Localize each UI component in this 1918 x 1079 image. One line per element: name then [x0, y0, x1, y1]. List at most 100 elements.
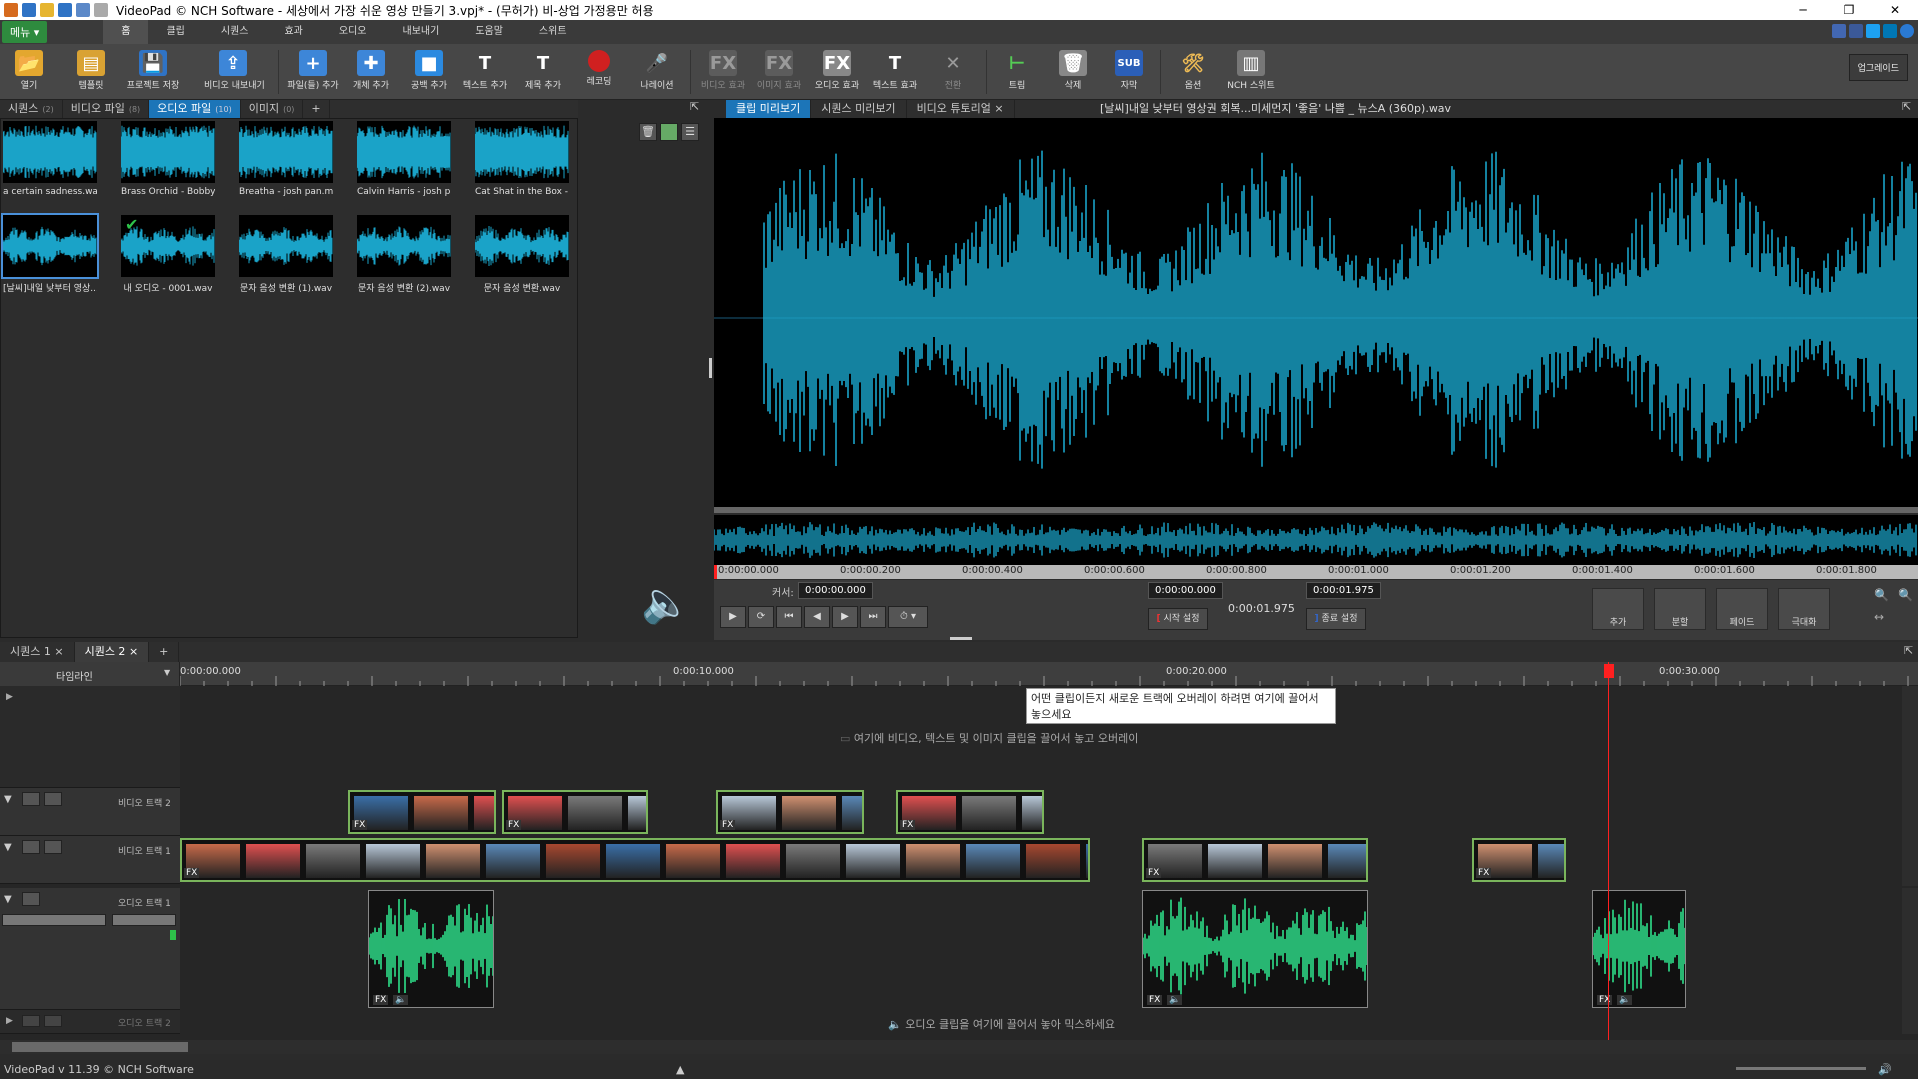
- record-button[interactable]: 레코딩: [570, 46, 628, 98]
- open-quick-icon[interactable]: [40, 3, 54, 17]
- tab-audio[interactable]: 오디오: [321, 20, 385, 44]
- options-button[interactable]: 🛠 옵션: [1164, 46, 1222, 98]
- video-clip[interactable]: FX: [1472, 838, 1566, 882]
- step-forward-button[interactable]: ▶: [832, 606, 858, 628]
- timeline-playhead[interactable]: [1608, 662, 1609, 1042]
- panel-splitter[interactable]: [709, 358, 712, 378]
- scrollbar-thumb[interactable]: [12, 1042, 188, 1052]
- preview-popout-icon[interactable]: ⇱: [1902, 100, 1911, 113]
- overlay-drop-hint[interactable]: ▭ 여기에 비디오, 텍스트 및 이미지 클립을 끌어서 놓고 오버레이: [840, 730, 1138, 746]
- close-sequence-1-icon[interactable]: ×: [54, 645, 63, 658]
- minimize-button[interactable]: ─: [1780, 0, 1826, 20]
- upgrade-button[interactable]: 업그레이드: [1848, 54, 1908, 81]
- linkedin-icon[interactable]: [1883, 24, 1897, 38]
- template-button[interactable]: ▤ 템플릿: [62, 46, 120, 98]
- video-clip[interactable]: FX: [896, 790, 1044, 834]
- audio-clip[interactable]: FX 🔈: [368, 890, 494, 1008]
- video-clip[interactable]: FX: [348, 790, 496, 834]
- bin-delete-icon[interactable]: 🗑: [639, 123, 657, 141]
- save-quick-icon[interactable]: [22, 3, 36, 17]
- trim-button[interactable]: ⊢ 트림: [988, 46, 1046, 98]
- redo-icon[interactable]: [94, 3, 108, 17]
- save-project-button[interactable]: 💾 프로젝트 저장: [124, 46, 182, 98]
- horizontal-scrollbar[interactable]: [0, 1040, 1918, 1054]
- speed-button[interactable]: ⏱ ▾: [888, 606, 928, 628]
- add-title-button[interactable]: T 제목 추가: [514, 46, 572, 98]
- fade-button[interactable]: 페이드: [1716, 588, 1768, 630]
- track-settings-icon[interactable]: [44, 1015, 62, 1027]
- close-sequence-2-icon[interactable]: ×: [129, 645, 138, 658]
- fx-icon[interactable]: FX: [352, 820, 368, 830]
- speaker-icon[interactable]: 🔈: [1617, 995, 1633, 1005]
- speaker-icon[interactable]: 🔈: [393, 995, 409, 1005]
- start-time-field[interactable]: 0:00:00.000: [1148, 582, 1223, 599]
- collapse-arrow-icon[interactable]: ▼: [4, 794, 12, 805]
- add-blank-button[interactable]: ■ 공백 추가: [400, 46, 458, 98]
- delete-button[interactable]: 🗑 삭제: [1044, 46, 1102, 98]
- fx-icon[interactable]: FX: [1146, 868, 1162, 878]
- add-sequence-button[interactable]: +: [149, 642, 180, 662]
- bin-clip[interactable]: 문자 음성 변환 (2).wav: [357, 215, 451, 294]
- tab-bin-sequences[interactable]: 시퀀스 (2): [0, 100, 63, 118]
- audio-drop-hint[interactable]: 🔈 오디오 클립을 여기에 끌어서 놓아 믹스하세요: [888, 1016, 1115, 1032]
- eye-icon[interactable]: [22, 792, 40, 806]
- up-arrow-icon[interactable]: ▲: [676, 1060, 684, 1079]
- go-end-button[interactable]: ⏭: [860, 606, 886, 628]
- bin-clip[interactable]: Breatha - josh pan.mp3: [239, 121, 333, 197]
- like-icon[interactable]: [1832, 24, 1846, 38]
- timeline-playhead-marker[interactable]: [1604, 664, 1614, 678]
- speaker-icon[interactable]: 🔈: [1167, 995, 1183, 1005]
- loop-button[interactable]: ⟳: [748, 606, 774, 628]
- expand-arrow-icon[interactable]: ▶: [6, 1016, 13, 1026]
- help-icon[interactable]: [1900, 24, 1914, 38]
- video-clip[interactable]: FX: [716, 790, 864, 834]
- tab-help[interactable]: 도움말: [457, 20, 521, 44]
- subtitle-button[interactable]: SUB 자막: [1100, 46, 1158, 98]
- image-effects-button[interactable]: FX 이미지 효과: [750, 46, 808, 98]
- bin-clip[interactable]: Cat Shat in the Box - J...: [475, 121, 569, 197]
- audio-vertical-scrollbar[interactable]: [1902, 888, 1918, 1034]
- tab-bin-images[interactable]: 이미지 (0): [241, 100, 304, 118]
- add-object-button[interactable]: ✚ 개체 추가: [342, 46, 400, 98]
- timeline-popout-icon[interactable]: ⇱: [1904, 644, 1913, 657]
- transition-button[interactable]: ✕ 전환: [924, 46, 982, 98]
- twitter-icon[interactable]: [1866, 24, 1880, 38]
- main-menu-button[interactable]: 메뉴 ▾: [2, 21, 48, 43]
- eye-icon[interactable]: [22, 840, 40, 854]
- collapse-arrow-icon[interactable]: ▼: [4, 842, 12, 853]
- narration-button[interactable]: 🎤 나레이션: [628, 46, 686, 98]
- bin-new-folder-icon[interactable]: [660, 123, 678, 141]
- tab-sequence-preview[interactable]: 시퀀스 미리보기: [811, 100, 907, 118]
- fit-icon[interactable]: ↔: [1874, 610, 1884, 624]
- tab-export[interactable]: 내보내기: [385, 20, 458, 44]
- video-effects-button[interactable]: FX 비디오 효과: [694, 46, 752, 98]
- open-button[interactable]: 📂 열기: [0, 46, 58, 98]
- tab-effects[interactable]: 효과: [266, 20, 320, 44]
- audio-clip[interactable]: FX 🔈: [1592, 890, 1686, 1008]
- text-effects-button[interactable]: T 텍스트 효과: [866, 46, 924, 98]
- nch-suite-button[interactable]: ▥ NCH 스위트: [1222, 46, 1280, 98]
- add-bin-tab-button[interactable]: +: [303, 100, 330, 118]
- speaker-icon[interactable]: 🔊: [1878, 1060, 1892, 1079]
- preview-time-ruler[interactable]: 0:00:00.000 0:00:00.200 0:00:00.400 0:00:00…: [714, 565, 1918, 579]
- volume-slider[interactable]: [2, 914, 106, 926]
- tab-bin-audio-files[interactable]: 오디오 파일 (10): [149, 100, 241, 118]
- fx-icon[interactable]: FX: [720, 820, 736, 830]
- bin-list-view-icon[interactable]: ☰: [681, 123, 699, 141]
- speaker-icon[interactable]: [22, 1015, 40, 1027]
- bin-clip[interactable]: ✔ 내 오디오 - 0001.wav: [121, 215, 215, 294]
- fx-icon[interactable]: FX: [1476, 868, 1492, 878]
- video-vertical-scrollbar[interactable]: [1902, 686, 1918, 886]
- undo-icon[interactable]: [76, 3, 90, 17]
- horizontal-splitter[interactable]: [950, 637, 972, 640]
- close-button[interactable]: ✕: [1872, 0, 1918, 20]
- end-time-field[interactable]: 0:00:01.975: [1306, 582, 1381, 599]
- fx-icon[interactable]: FX: [184, 868, 200, 878]
- bin-popout-icon[interactable]: ⇱: [690, 100, 710, 118]
- add-to-sequence-button[interactable]: 추가: [1592, 588, 1644, 630]
- pan-slider[interactable]: [112, 914, 176, 926]
- track-settings-icon[interactable]: [44, 792, 62, 806]
- fx-icon[interactable]: FX: [373, 995, 389, 1005]
- bin-clip[interactable]: [날씨]내일 낮부터 영상...: [1, 213, 99, 294]
- set-end-button[interactable]: ] 종료 설정: [1306, 608, 1366, 630]
